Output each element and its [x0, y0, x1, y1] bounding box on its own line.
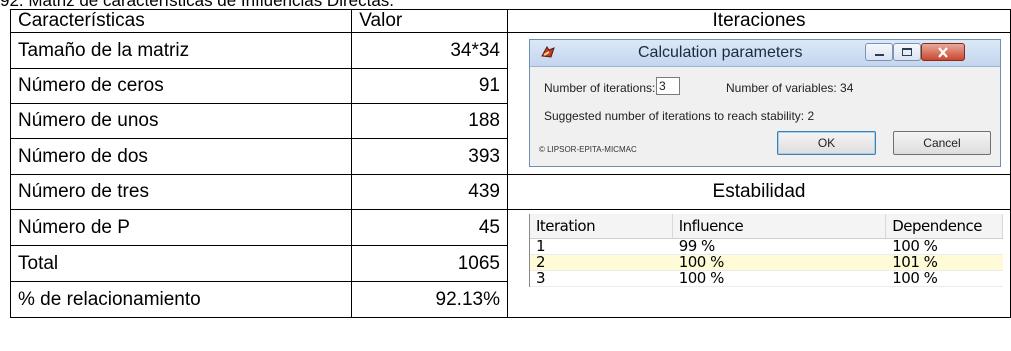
row-value: 188 — [351, 103, 508, 139]
column-header-dependence[interactable]: Dependence — [886, 214, 1003, 238]
copyright-text: © LIPSOR-EPITA-MICMAC — [538, 145, 637, 154]
cell-dependence: 101 % — [892, 255, 938, 270]
column-header-iteration[interactable]: Iteration — [530, 214, 673, 238]
row-value: 439 — [351, 174, 508, 210]
iterations-label: Number of iterations: — [543, 81, 656, 95]
app-icon — [541, 46, 555, 58]
close-button[interactable] — [920, 43, 965, 61]
grid-row[interactable]: 1 99 % 100 % — [529, 239, 1003, 255]
cancel-button[interactable]: Cancel — [892, 131, 991, 155]
row-value: 34*34 — [351, 32, 508, 69]
close-icon — [938, 47, 948, 58]
grid-row[interactable]: 3 100 % 100 % — [529, 271, 1003, 287]
row-label: % de relacionamiento — [9, 281, 353, 318]
row-value: 45 — [351, 209, 508, 246]
maximize-button[interactable] — [892, 43, 921, 61]
row-label: Total — [9, 245, 353, 282]
row-value: 92.13% — [351, 281, 508, 318]
row-value: 91 — [351, 68, 508, 104]
row-label: Número de ceros — [9, 68, 353, 104]
cell-dependence: 100 % — [892, 271, 938, 286]
row-value: 1065 — [351, 245, 508, 282]
calculation-parameters-dialog: Calculation parameters Number of iterati… — [528, 39, 1001, 167]
cell-iteration: 3 — [535, 271, 546, 286]
characteristics-table: Características Valor Iteraciones Tamaño… — [9, 9, 1011, 318]
row-label: Número de dos — [9, 138, 353, 175]
stability-grid: Iteration Influence Dependence 1 99 % 10… — [528, 214, 1003, 287]
cell-dependence: 100 % — [892, 239, 938, 254]
dialog-title: Calculation parameters — [637, 44, 803, 61]
cell-influence: 100 % — [678, 255, 725, 270]
minimize-button[interactable] — [864, 43, 893, 61]
ok-button[interactable]: OK — [776, 131, 876, 155]
column-header-influence[interactable]: Influence — [673, 214, 887, 238]
row-label: Número de tres — [9, 174, 353, 210]
header-characteristics: Características — [9, 9, 353, 33]
header-iterations: Iteraciones — [506, 9, 1011, 33]
grid-header: Iteration Influence Dependence — [529, 214, 1003, 239]
iterations-panel: Calculation parameters Number of iterati… — [506, 32, 1011, 175]
variables-count: Number of variables: 34 — [725, 81, 854, 95]
cell-influence: 99 % — [678, 239, 716, 254]
maximize-icon — [901, 48, 912, 56]
row-value: 393 — [351, 138, 508, 175]
row-label: Tamaño de la matriz — [9, 32, 353, 69]
cell-iteration: 1 — [535, 239, 546, 254]
iterations-input[interactable]: 3 — [655, 77, 680, 95]
header-stability: Estabilidad — [506, 174, 1011, 210]
row-label: Número de unos — [9, 103, 353, 139]
minimize-icon — [874, 54, 884, 56]
header-value: Valor — [351, 9, 508, 33]
dialog-titlebar[interactable]: Calculation parameters — [529, 40, 1000, 67]
cell-iteration: 2 — [535, 255, 546, 270]
cell-influence: 100 % — [678, 271, 725, 286]
suggested-iterations: Suggested number of iterations to reach … — [543, 109, 815, 123]
row-label: Número de P — [9, 209, 353, 246]
grid-row-selected[interactable]: 2 100 % 101 % — [529, 255, 1003, 271]
stability-panel: Iteration Influence Dependence 1 99 % 10… — [506, 209, 1011, 318]
